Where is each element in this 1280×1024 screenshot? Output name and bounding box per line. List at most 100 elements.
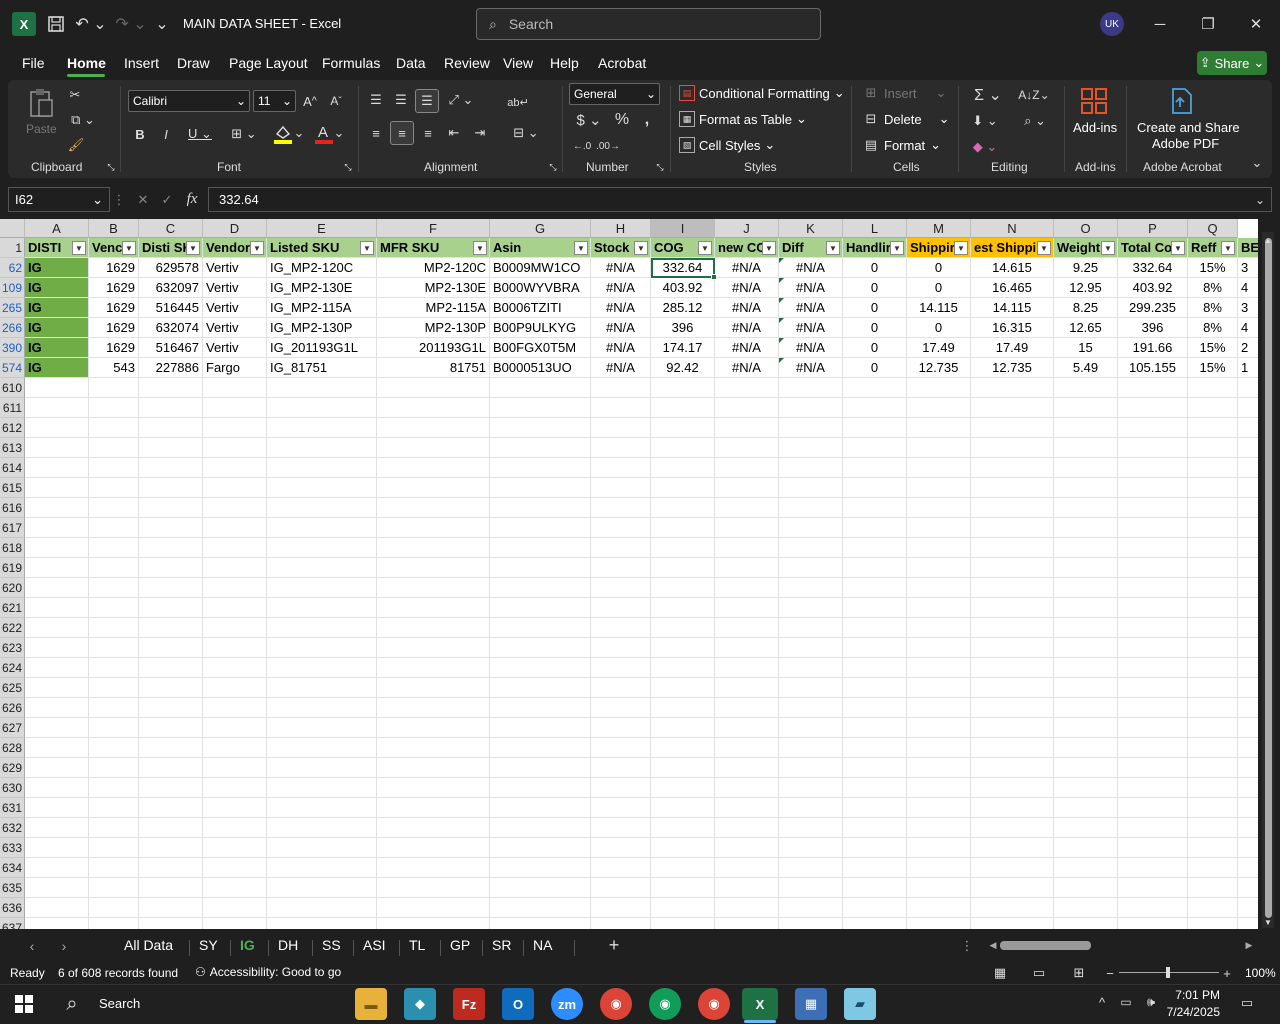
row-header[interactable]: 626 xyxy=(0,698,25,718)
empty-cell[interactable] xyxy=(907,558,971,578)
empty-cell[interactable] xyxy=(715,598,779,618)
header-cell[interactable]: COG ▼ xyxy=(651,238,715,258)
empty-cell[interactable] xyxy=(1054,638,1118,658)
empty-cell[interactable] xyxy=(1054,778,1118,798)
empty-cell[interactable] xyxy=(203,418,267,438)
empty-cell[interactable] xyxy=(715,538,779,558)
column-header-g[interactable]: G xyxy=(490,219,591,238)
table-cell[interactable]: #N/A xyxy=(591,358,651,378)
format-painter-icon[interactable]: 🖌 xyxy=(66,136,86,154)
empty-cell[interactable] xyxy=(1054,898,1118,918)
empty-cell[interactable] xyxy=(1188,698,1238,718)
expand-formula-bar-icon[interactable]: ⌄ xyxy=(1252,190,1268,210)
empty-cell[interactable] xyxy=(779,578,843,598)
table-cell[interactable]: IG_MP2-115A xyxy=(267,298,377,318)
empty-cell[interactable] xyxy=(1054,618,1118,638)
table-cell[interactable]: 8.25 xyxy=(1054,298,1118,318)
empty-cell[interactable] xyxy=(139,498,203,518)
empty-cell[interactable] xyxy=(1118,598,1188,618)
empty-cell[interactable] xyxy=(203,798,267,818)
empty-cell[interactable] xyxy=(1238,818,1258,838)
empty-cell[interactable] xyxy=(25,878,89,898)
table-cell[interactable]: Vertiv xyxy=(203,298,267,318)
empty-cell[interactable] xyxy=(907,398,971,418)
filter-dropdown-icon[interactable]: ▼ xyxy=(698,241,712,255)
empty-cell[interactable] xyxy=(843,858,907,878)
table-cell[interactable]: B00P9ULKYG xyxy=(490,318,591,338)
table-cell[interactable]: IG xyxy=(25,298,89,318)
empty-cell[interactable] xyxy=(1118,858,1188,878)
row-header[interactable]: 620 xyxy=(0,578,25,598)
empty-cell[interactable] xyxy=(139,578,203,598)
volume-icon[interactable]: 🕪 xyxy=(1142,994,1160,1010)
empty-cell[interactable] xyxy=(591,918,651,929)
empty-cell[interactable] xyxy=(1188,418,1238,438)
empty-cell[interactable] xyxy=(1054,658,1118,678)
empty-cell[interactable] xyxy=(1054,838,1118,858)
empty-cell[interactable] xyxy=(651,858,715,878)
empty-cell[interactable] xyxy=(1238,438,1258,458)
empty-cell[interactable] xyxy=(591,378,651,398)
empty-cell[interactable] xyxy=(779,598,843,618)
empty-cell[interactable] xyxy=(591,758,651,778)
paste-label[interactable]: Paste xyxy=(26,122,57,136)
empty-cell[interactable] xyxy=(779,898,843,918)
empty-cell[interactable] xyxy=(843,458,907,478)
empty-cell[interactable] xyxy=(907,598,971,618)
empty-cell[interactable] xyxy=(1118,718,1188,738)
empty-cell[interactable] xyxy=(651,638,715,658)
row-header[interactable]: 627 xyxy=(0,718,25,738)
empty-cell[interactable] xyxy=(377,878,490,898)
row-header[interactable]: 612 xyxy=(0,418,25,438)
empty-cell[interactable] xyxy=(377,558,490,578)
table-cell[interactable]: 15% xyxy=(1188,258,1238,278)
empty-cell[interactable] xyxy=(651,898,715,918)
empty-cell[interactable] xyxy=(651,598,715,618)
empty-cell[interactable] xyxy=(203,758,267,778)
empty-cell[interactable] xyxy=(1118,818,1188,838)
normal-view-icon[interactable]: ▦ xyxy=(992,965,1008,981)
tab-insert[interactable]: Insert xyxy=(124,55,159,71)
table-cell[interactable]: #N/A xyxy=(715,298,779,318)
empty-cell[interactable] xyxy=(377,598,490,618)
empty-cell[interactable] xyxy=(591,538,651,558)
align-middle-icon[interactable]: ☰ xyxy=(391,90,411,110)
empty-cell[interactable] xyxy=(25,758,89,778)
row-header[interactable]: 618 xyxy=(0,538,25,558)
empty-cell[interactable] xyxy=(139,618,203,638)
table-cell[interactable]: IG xyxy=(25,318,89,338)
empty-cell[interactable] xyxy=(907,538,971,558)
table-cell[interactable]: #N/A xyxy=(591,338,651,358)
empty-cell[interactable] xyxy=(89,838,139,858)
empty-cell[interactable] xyxy=(139,558,203,578)
empty-cell[interactable] xyxy=(1054,578,1118,598)
empty-cell[interactable] xyxy=(89,778,139,798)
empty-cell[interactable] xyxy=(591,498,651,518)
empty-cell[interactable] xyxy=(89,498,139,518)
empty-cell[interactable] xyxy=(779,698,843,718)
empty-cell[interactable] xyxy=(651,418,715,438)
customize-qat-icon[interactable]: ⌄ xyxy=(152,12,172,36)
undo-icon[interactable]: ↶ ⌄ xyxy=(74,12,108,36)
empty-cell[interactable] xyxy=(89,418,139,438)
table-cell[interactable]: IG xyxy=(25,358,89,378)
empty-cell[interactable] xyxy=(267,378,377,398)
copy-icon[interactable]: ⧉ ⌄ xyxy=(66,111,100,129)
empty-cell[interactable] xyxy=(907,438,971,458)
empty-cell[interactable] xyxy=(139,678,203,698)
empty-cell[interactable] xyxy=(779,398,843,418)
fill-handle[interactable] xyxy=(711,274,717,280)
empty-cell[interactable] xyxy=(1238,518,1258,538)
empty-cell[interactable] xyxy=(1118,378,1188,398)
table-cell[interactable]: 285.12 xyxy=(651,298,715,318)
empty-cell[interactable] xyxy=(779,758,843,778)
empty-cell[interactable] xyxy=(377,638,490,658)
table-cell[interactable]: 1 xyxy=(1238,358,1258,378)
table-cell[interactable]: 0 xyxy=(907,258,971,278)
filter-dropdown-icon[interactable]: ▼ xyxy=(72,241,86,255)
empty-cell[interactable] xyxy=(377,618,490,638)
empty-cell[interactable] xyxy=(971,498,1054,518)
table-cell[interactable]: 1629 xyxy=(89,318,139,338)
empty-cell[interactable] xyxy=(203,778,267,798)
empty-cell[interactable] xyxy=(843,818,907,838)
